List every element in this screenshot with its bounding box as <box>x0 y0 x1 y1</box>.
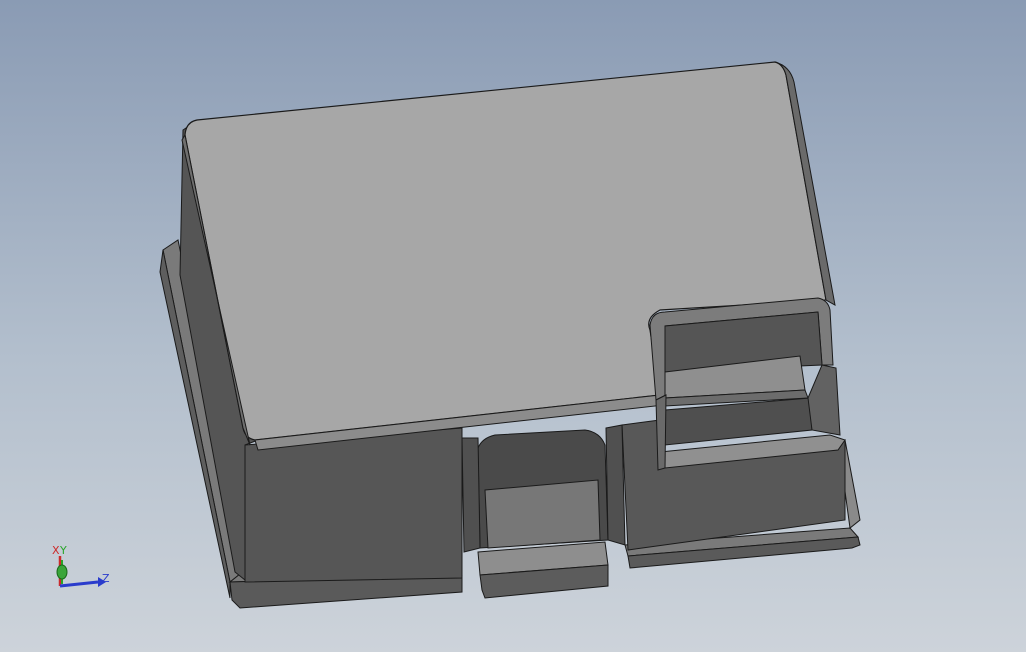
z-axis-label: Z <box>102 572 110 585</box>
step-notch[interactable] <box>649 297 846 471</box>
triad-graphic: X Y Z <box>52 544 110 588</box>
y-axis-label: Y <box>59 544 67 557</box>
tab-slot-right-wall <box>605 424 626 546</box>
cad-viewport[interactable]: X Y Z <box>0 0 1026 652</box>
notch-left-wall <box>655 394 667 471</box>
body-front-left-wall <box>244 427 463 583</box>
origin-marker <box>56 564 68 580</box>
coordinate-triad[interactable]: X Y Z <box>46 540 116 600</box>
tab-face <box>484 479 601 549</box>
z-axis-line <box>59 580 99 588</box>
notch-right-wall <box>807 364 841 436</box>
3d-model-view[interactable] <box>0 0 1026 652</box>
tab-slot-left-wall <box>461 437 481 553</box>
x-axis-label: X <box>52 544 60 557</box>
front-tab[interactable] <box>461 424 626 599</box>
